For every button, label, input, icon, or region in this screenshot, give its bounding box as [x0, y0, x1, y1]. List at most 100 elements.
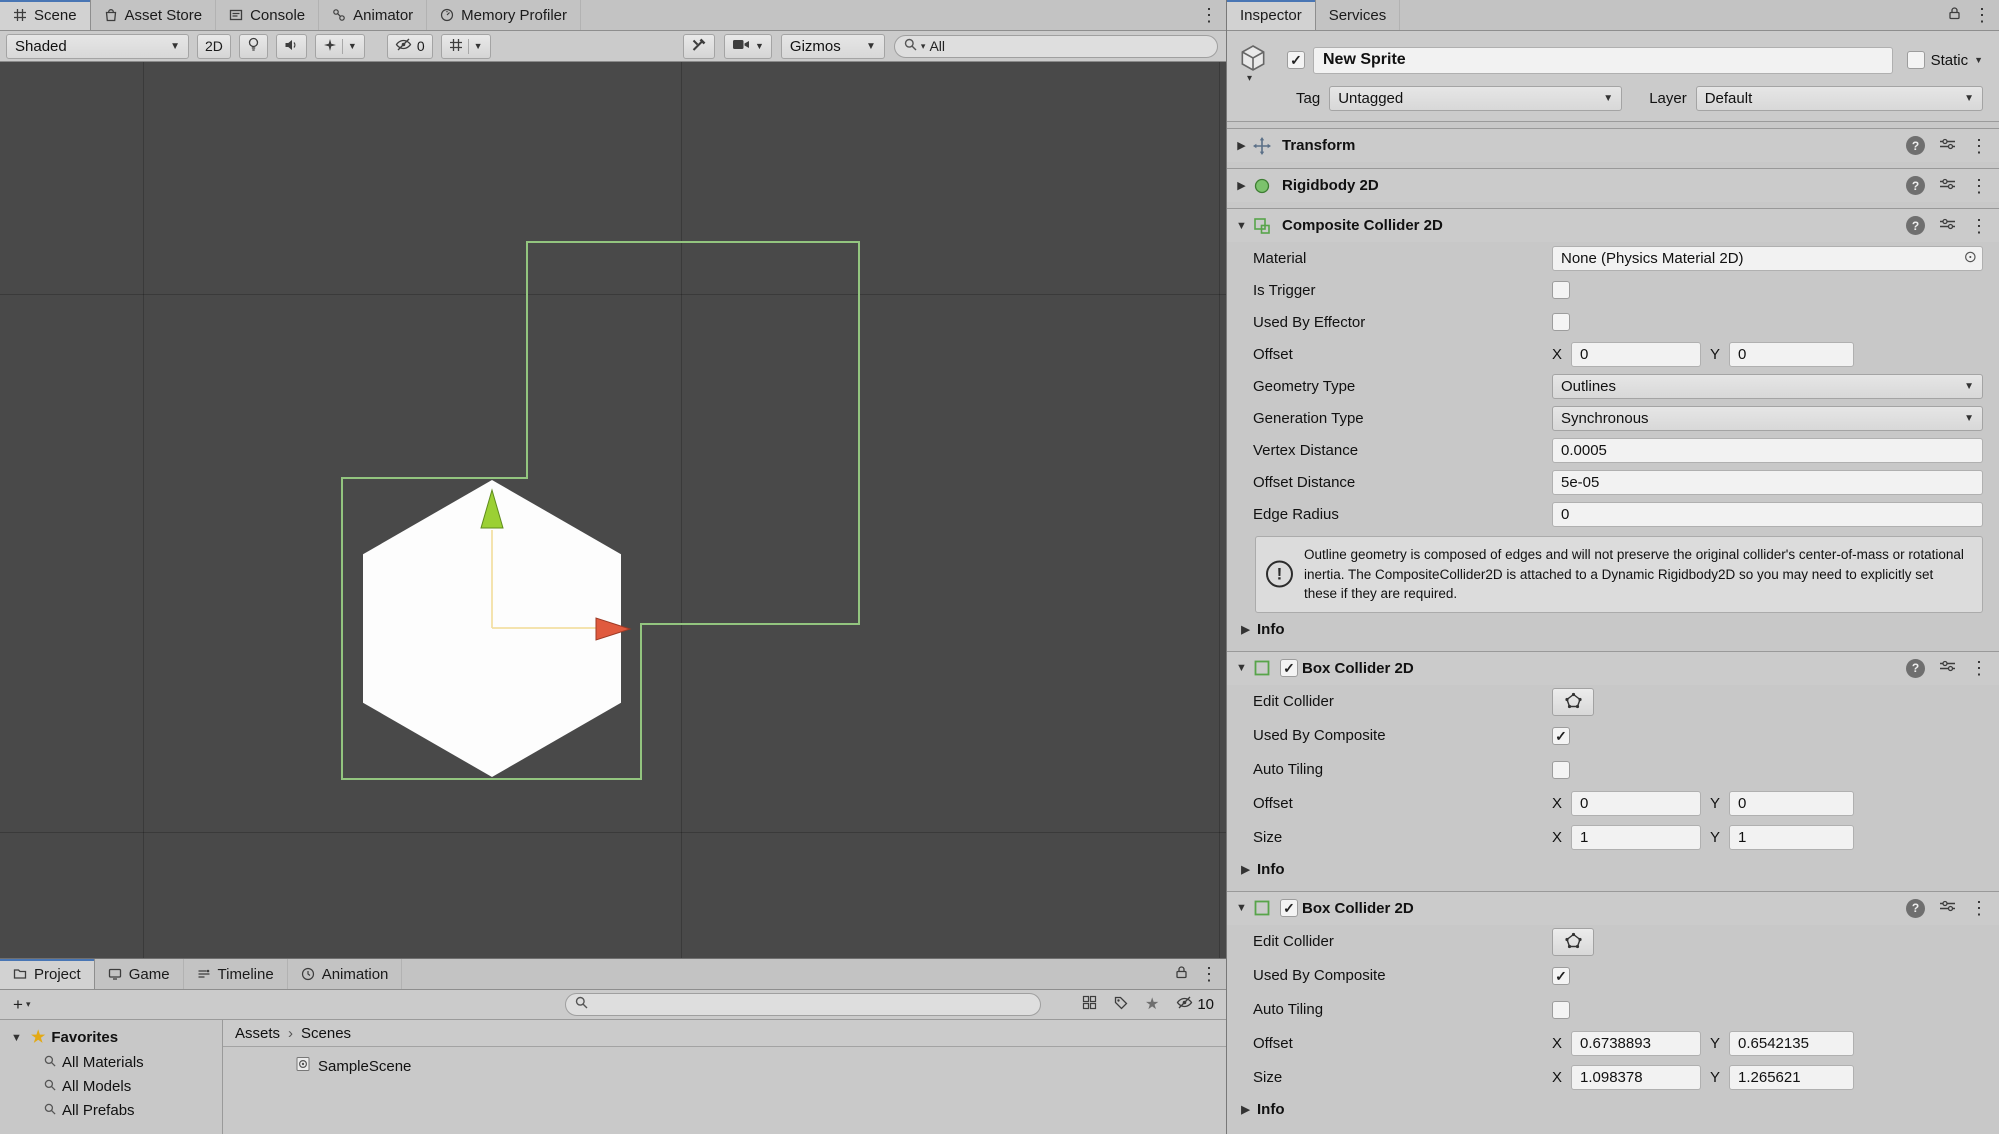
offset-y-field[interactable]: 0: [1729, 791, 1854, 816]
foldout-icon[interactable]: ▼: [1233, 902, 1250, 914]
project-files-area[interactable]: SampleScene: [223, 1047, 1226, 1134]
tag-dropdown[interactable]: Untagged ▼: [1329, 86, 1622, 111]
scene-visibility-button[interactable]: 0: [387, 34, 433, 59]
favorites-item-all-models[interactable]: All Models: [0, 1074, 222, 1098]
static-dropdown-arrow[interactable]: ▼: [1974, 55, 1983, 65]
tab-inspector[interactable]: Inspector: [1227, 0, 1316, 30]
tab-memory-profiler[interactable]: Memory Profiler: [427, 0, 581, 30]
favorites-foldout[interactable]: ▼ ★ Favorites: [0, 1025, 222, 1050]
label-filter-icon[interactable]: [1114, 996, 1128, 1014]
asset-type-filter-icon[interactable]: [1082, 995, 1097, 1014]
foldout-icon[interactable]: ▶: [1237, 623, 1254, 636]
custom-tools-button[interactable]: [683, 34, 715, 59]
object-icon-selector[interactable]: ▾: [1237, 42, 1287, 78]
box-collider2d-header[interactable]: ▼ ✓ Box Collider 2D ? ⋮: [1227, 651, 1999, 685]
offset-x-field[interactable]: 0: [1571, 791, 1701, 816]
menu-icon[interactable]: ⋮: [1970, 177, 1988, 195]
help-icon[interactable]: ?: [1906, 659, 1925, 678]
active-checkbox[interactable]: ✓: [1287, 51, 1305, 69]
layer-dropdown[interactable]: Default ▼: [1696, 86, 1983, 111]
create-asset-button[interactable]: + ▾: [8, 994, 35, 1016]
help-icon[interactable]: ?: [1906, 899, 1925, 918]
object-picker-icon[interactable]: ⊙: [1964, 250, 1977, 266]
preset-icon[interactable]: [1939, 177, 1956, 195]
foldout-icon[interactable]: ▶: [1237, 863, 1254, 876]
used-by-composite-checkbox[interactable]: ✓: [1552, 727, 1570, 745]
tab-timeline[interactable]: Timeline: [184, 959, 288, 989]
offset-y-field[interactable]: 0: [1729, 342, 1854, 367]
box-collider-info-foldout[interactable]: ▶ Info: [1227, 855, 1999, 885]
menu-icon[interactable]: ⋮: [1200, 6, 1218, 24]
tab-services[interactable]: Services: [1316, 0, 1401, 30]
preset-icon[interactable]: [1939, 217, 1956, 235]
transform-header[interactable]: ▶ Transform ? ⋮: [1227, 128, 1999, 162]
tab-game[interactable]: Game: [95, 959, 184, 989]
scene-view[interactable]: [0, 62, 1226, 958]
tab-console[interactable]: Console: [216, 0, 319, 30]
breadcrumb-root[interactable]: Assets: [235, 1025, 280, 1042]
saved-search-star-icon[interactable]: ★: [1145, 997, 1159, 1013]
tab-animator[interactable]: Animator: [319, 0, 427, 30]
offset-x-field[interactable]: 0: [1571, 342, 1701, 367]
auto-tiling-checkbox[interactable]: [1552, 1001, 1570, 1019]
menu-icon[interactable]: ⋮: [1973, 6, 1991, 24]
material-object-field[interactable]: None (Physics Material 2D) ⊙: [1552, 246, 1983, 271]
tab-animation[interactable]: Animation: [288, 959, 403, 989]
used-by-effector-checkbox[interactable]: [1552, 313, 1570, 331]
lock-icon[interactable]: [1175, 965, 1188, 983]
favorites-item-all-prefabs[interactable]: All Prefabs: [0, 1098, 222, 1122]
help-icon[interactable]: ?: [1906, 216, 1925, 235]
scene-search-input[interactable]: [929, 38, 1208, 54]
hidden-items-toggle[interactable]: 10: [1176, 996, 1214, 1013]
effects-dropdown-button[interactable]: ▼: [315, 34, 365, 59]
y-axis-arrow-handle[interactable]: [481, 490, 503, 528]
edit-collider-button[interactable]: [1552, 928, 1594, 956]
preset-icon[interactable]: [1939, 899, 1956, 917]
composite-collider2d-header[interactable]: ▼ Composite Collider 2D ? ⋮: [1227, 208, 1999, 242]
help-icon[interactable]: ?: [1906, 136, 1925, 155]
menu-icon[interactable]: ⋮: [1970, 137, 1988, 155]
scene-camera-button[interactable]: ▼: [724, 34, 772, 59]
favorites-item-all-materials[interactable]: All Materials: [0, 1050, 222, 1074]
edit-collider-button[interactable]: [1552, 688, 1594, 716]
lighting-toggle-button[interactable]: [239, 34, 268, 59]
menu-icon[interactable]: ⋮: [1970, 659, 1988, 677]
menu-icon[interactable]: ⋮: [1970, 217, 1988, 235]
draw-mode-dropdown[interactable]: Shaded ▼: [6, 34, 189, 59]
offset-y-field[interactable]: 0.6542135: [1729, 1031, 1854, 1056]
foldout-icon[interactable]: ▼: [1233, 220, 1250, 232]
help-icon[interactable]: ?: [1906, 176, 1925, 195]
foldout-icon[interactable]: ▶: [1233, 139, 1250, 152]
rigidbody2d-header[interactable]: ▶ Rigidbody 2D ? ⋮: [1227, 168, 1999, 202]
foldout-icon[interactable]: ▶: [1233, 179, 1250, 192]
size-x-field[interactable]: 1: [1571, 825, 1701, 850]
auto-tiling-checkbox[interactable]: [1552, 761, 1570, 779]
edge-radius-field[interactable]: 0: [1552, 502, 1983, 527]
preset-icon[interactable]: [1939, 659, 1956, 677]
grid-snap-button[interactable]: ▼: [441, 34, 491, 59]
box-collider2d-header[interactable]: ▼ ✓ Box Collider 2D ? ⋮: [1227, 891, 1999, 925]
lock-icon[interactable]: [1948, 6, 1961, 24]
project-search-field[interactable]: [565, 993, 1041, 1016]
offset-x-field[interactable]: 0.6738893: [1571, 1031, 1701, 1056]
toggle-2d-button[interactable]: 2D: [197, 34, 231, 59]
foldout-icon[interactable]: ▼: [8, 1032, 25, 1044]
foldout-icon[interactable]: ▼: [1233, 662, 1250, 674]
used-by-composite-checkbox[interactable]: ✓: [1552, 967, 1570, 985]
vertex-distance-field[interactable]: 0.0005: [1552, 438, 1983, 463]
tab-scene[interactable]: Scene: [0, 0, 91, 30]
geometry-type-dropdown[interactable]: Outlines ▼: [1552, 374, 1983, 399]
component-enabled-checkbox[interactable]: ✓: [1280, 899, 1298, 917]
breadcrumb-current[interactable]: Scenes: [301, 1025, 351, 1042]
is-trigger-checkbox[interactable]: [1552, 281, 1570, 299]
file-item-samplescene[interactable]: SampleScene: [223, 1053, 1226, 1079]
offset-distance-field[interactable]: 5e-05: [1552, 470, 1983, 495]
size-y-field[interactable]: 1: [1729, 825, 1854, 850]
object-name-field[interactable]: New Sprite: [1313, 47, 1893, 74]
gizmos-dropdown[interactable]: Gizmos ▼: [781, 34, 885, 59]
audio-toggle-button[interactable]: [276, 34, 307, 59]
scene-search-field[interactable]: ▾: [894, 35, 1218, 58]
box-collider-info-foldout[interactable]: ▶ Info: [1227, 1095, 1999, 1125]
x-axis-arrow-handle[interactable]: [596, 618, 630, 640]
preset-icon[interactable]: [1939, 137, 1956, 155]
